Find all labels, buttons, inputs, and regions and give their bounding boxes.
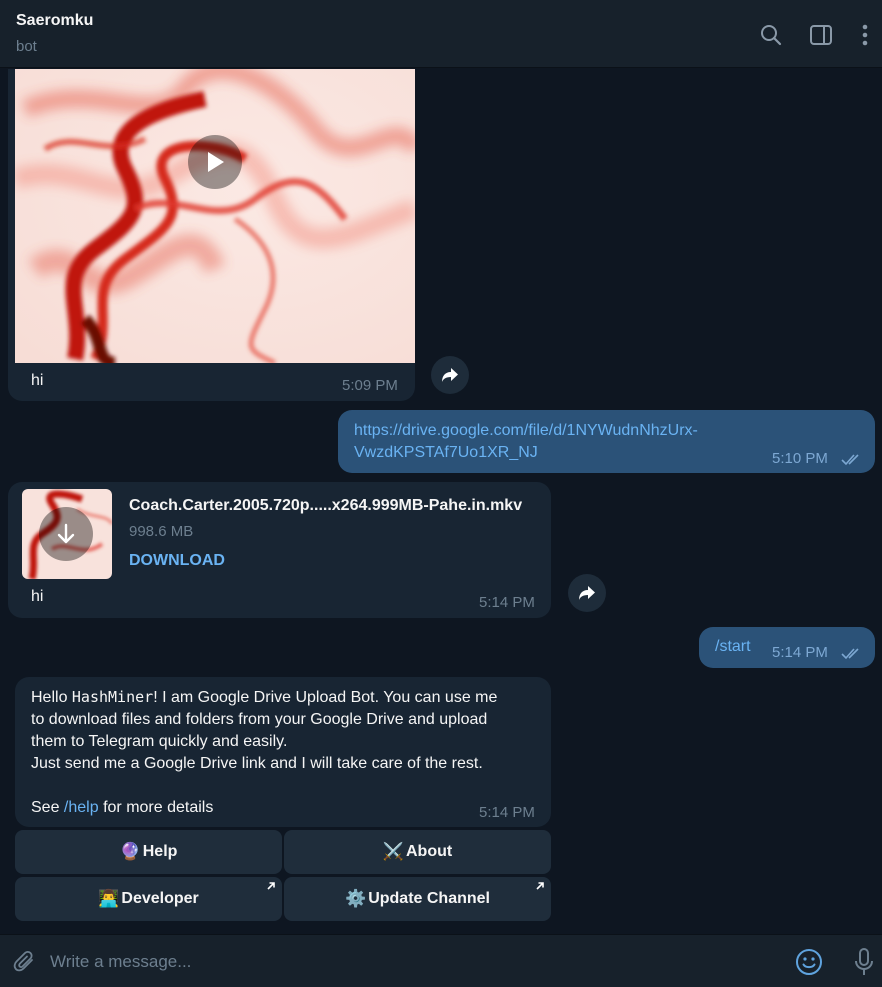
message-time: 5:09 PM [342, 377, 398, 394]
forward-icon[interactable] [431, 356, 469, 394]
welcome-text: Hello HashMiner! I am Google Drive Uploa… [31, 688, 498, 816]
message-time: 5:10 PM [772, 450, 828, 467]
file-message: Coach.Carter.2005.720p.....x264.999MB-Pa… [8, 482, 551, 618]
attach-icon[interactable] [12, 949, 38, 980]
download-link[interactable]: DOWNLOAD [129, 552, 225, 570]
video-caption: hi [31, 372, 44, 389]
microphone-icon[interactable] [852, 947, 876, 982]
file-size: 998.6 MB [129, 523, 194, 540]
message-time: 5:14 PM [772, 644, 828, 661]
download-icon[interactable] [39, 507, 93, 561]
external-link-icon [536, 882, 544, 890]
help-command-link[interactable]: /help [64, 799, 99, 816]
gear-icon: ⚙️ [345, 889, 367, 909]
search-icon[interactable] [758, 22, 784, 48]
outgoing-link-message: https://drive.google.com/file/d/1NYWudnN… [338, 410, 875, 473]
start-command[interactable]: /start [715, 636, 751, 658]
crossed-swords-icon: ⚔️ [382, 842, 404, 862]
chat-header: Saeromku bot [0, 0, 882, 68]
message-time: 5:14 PM [479, 804, 535, 821]
outgoing-start-message: /start 5:14 PM [699, 627, 875, 668]
file-caption: hi [31, 588, 44, 605]
more-vertical-icon[interactable] [852, 22, 878, 48]
username-mono: HashMiner [71, 688, 154, 706]
double-check-icon [841, 647, 863, 665]
emoji-icon[interactable] [795, 948, 823, 981]
double-check-icon [841, 453, 863, 471]
chat-subtitle: bot [16, 38, 37, 55]
play-icon[interactable] [188, 135, 242, 189]
external-link-icon [267, 882, 275, 890]
drive-link[interactable]: https://drive.google.com/file/d/1NYWudnN… [354, 420, 698, 464]
file-thumbnail[interactable] [22, 489, 112, 579]
crystal-ball-icon: 🔮 [119, 842, 141, 862]
developer-button[interactable]: 👨‍💻 Developer [15, 877, 282, 921]
video-thumbnail[interactable] [15, 69, 415, 363]
forward-icon[interactable] [568, 574, 606, 612]
about-button[interactable]: ⚔️ About [284, 830, 551, 874]
update-channel-button[interactable]: ⚙️ Update Channel [284, 877, 551, 921]
welcome-message: Hello HashMiner! I am Google Drive Uploa… [15, 677, 551, 827]
message-composer [0, 934, 882, 987]
chat-title[interactable]: Saeromku [16, 12, 93, 30]
sidebar-toggle-icon[interactable] [808, 22, 834, 48]
message-input[interactable] [50, 947, 770, 977]
help-button[interactable]: 🔮 Help [15, 830, 282, 874]
developer-icon: 👨‍💻 [98, 889, 120, 909]
file-name[interactable]: Coach.Carter.2005.720p.....x264.999MB-Pa… [129, 497, 522, 515]
message-time: 5:14 PM [479, 594, 535, 611]
video-message: hi 5:09 PM [8, 69, 415, 401]
